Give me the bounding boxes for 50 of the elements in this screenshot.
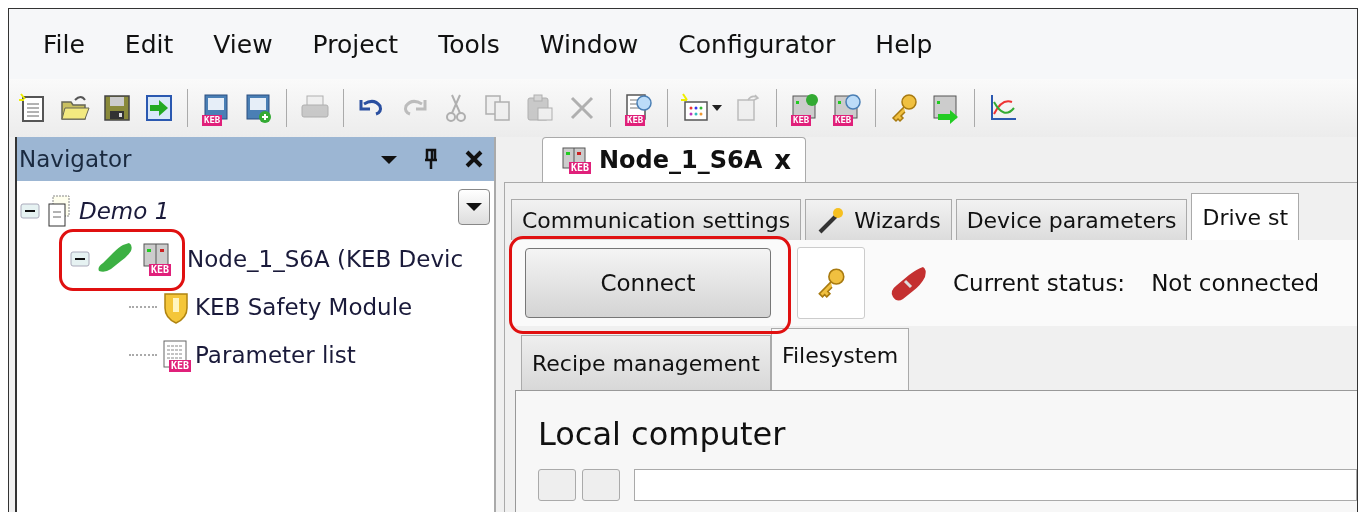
- toolbar-button[interactable]: KEB: [198, 88, 234, 128]
- keb-label: KEB: [569, 162, 592, 174]
- menu-item[interactable]: Project: [292, 29, 419, 59]
- section-heading: Local computer: [538, 415, 787, 453]
- tree-item[interactable]: Parameter list: [195, 342, 356, 368]
- dropdown-button[interactable]: [458, 189, 490, 225]
- toolbar-button[interactable]: KEB: [829, 88, 865, 128]
- tab[interactable]: Communication settings: [511, 199, 802, 240]
- caret-icon: [465, 202, 483, 212]
- menu-item[interactable]: View: [193, 29, 293, 59]
- keb-label: KEB: [169, 360, 192, 372]
- shield-icon: [161, 290, 191, 324]
- tab-label: Node_1_S6A: [599, 146, 763, 174]
- pin-icon[interactable]: [424, 148, 438, 170]
- menu-item[interactable]: Configurator: [658, 29, 856, 59]
- close-button[interactable]: x: [774, 145, 792, 175]
- document-tab[interactable]: KEB Node_1_S6A x: [542, 137, 807, 182]
- toolbar-button[interactable]: KEB: [621, 88, 657, 128]
- keb-label: KEB: [149, 264, 172, 276]
- status-value: Not connected: [1151, 270, 1320, 296]
- close-icon[interactable]: [464, 149, 484, 169]
- path-field[interactable]: [634, 469, 1357, 501]
- tree-item[interactable]: Node_1_S6A (KEB Devic: [187, 246, 464, 272]
- tab[interactable]: Wizards: [805, 199, 952, 240]
- save-icon: [101, 92, 133, 124]
- collapse-icon[interactable]: [69, 248, 91, 270]
- tab[interactable]: Device parameters: [955, 199, 1188, 240]
- key-button[interactable]: [797, 247, 865, 319]
- connect-button[interactable]: Connect: [525, 248, 771, 318]
- keb-label: KEB: [202, 115, 223, 126]
- tree-item[interactable]: Demo 1: [79, 198, 170, 224]
- paste-icon: [524, 92, 556, 124]
- import-icon: [143, 92, 175, 124]
- menu-item[interactable]: Tools: [418, 29, 520, 59]
- status-label: Current status:: [953, 270, 1126, 296]
- menu-item[interactable]: Window: [519, 29, 659, 59]
- panel-title: Navigator: [19, 146, 132, 172]
- tab[interactable]: Drive st: [1191, 193, 1300, 240]
- keb-label: KEB: [791, 115, 812, 126]
- tab[interactable]: Filesystem: [770, 328, 910, 390]
- tree-item[interactable]: KEB Safety Module: [195, 294, 413, 320]
- keb-label: KEB: [833, 115, 854, 126]
- collapse-icon[interactable]: [19, 200, 41, 222]
- menu-item[interactable]: Edit: [104, 29, 194, 59]
- menu-item[interactable]: File: [23, 29, 105, 59]
- toolbar-button[interactable]: KEB: [787, 88, 823, 128]
- menu-item[interactable]: Help: [855, 29, 953, 59]
- keb-label: KEB: [625, 115, 646, 126]
- dropdown-icon[interactable]: [380, 153, 398, 165]
- tab[interactable]: Recipe management: [521, 335, 771, 390]
